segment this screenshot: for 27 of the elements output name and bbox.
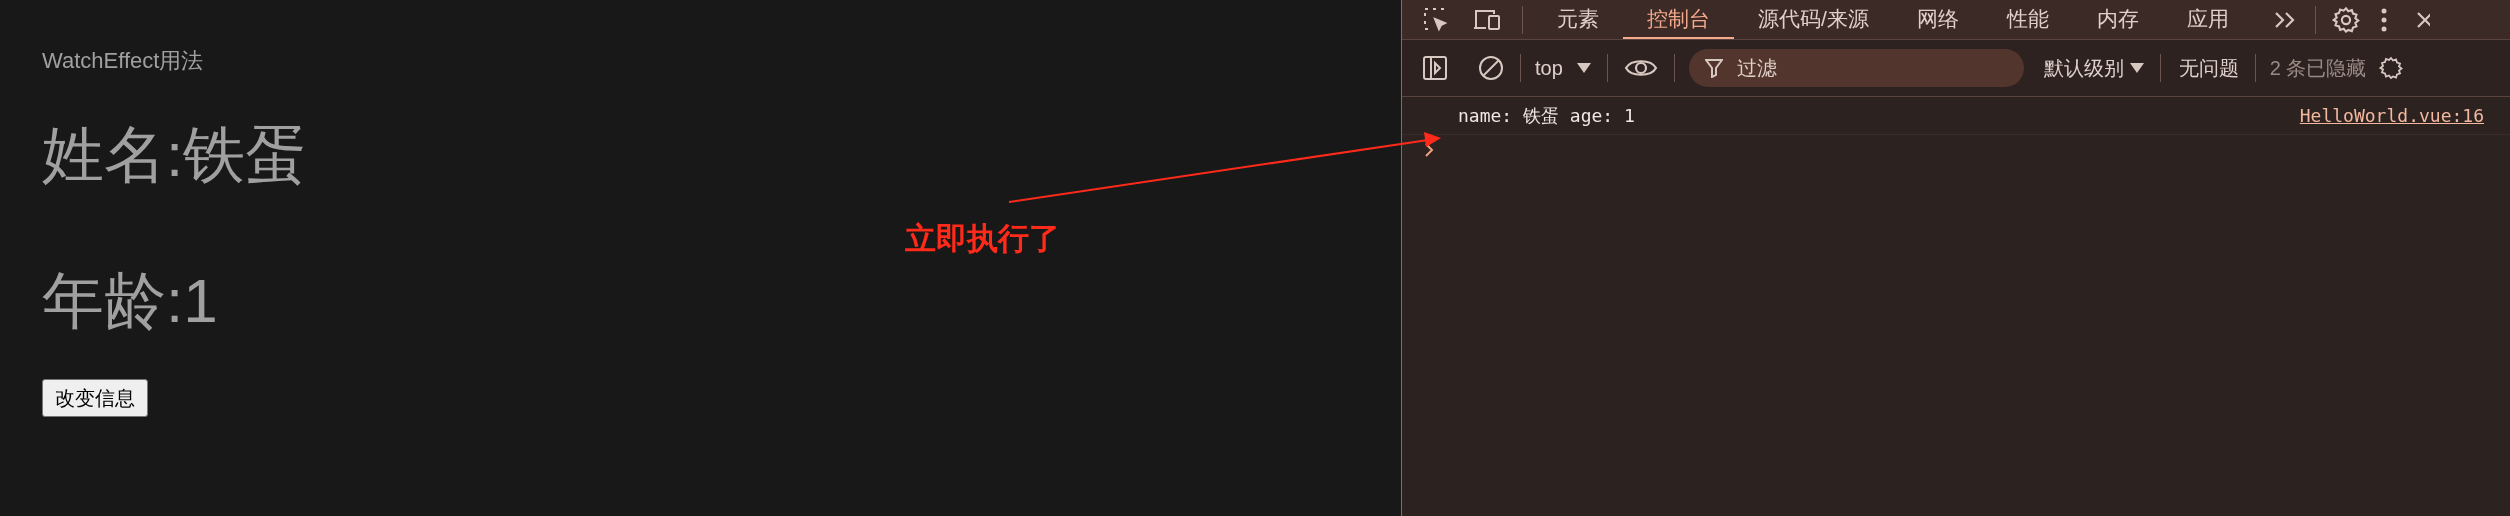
console-message: name: 铁蛋 age: 1 [1458, 104, 1635, 128]
annotation-text: 立即执行了 [905, 220, 1060, 258]
devtools-tab[interactable]: 源代码/来源 [1734, 0, 1893, 39]
dropdown-caret-icon [1576, 63, 1591, 73]
clear-console-icon[interactable] [1478, 55, 1504, 81]
sidebar-toggle-icon[interactable] [1422, 55, 1448, 81]
context-dropdown[interactable]: top [1535, 53, 1591, 83]
devtools-tab[interactable]: 元素 [1533, 0, 1623, 39]
name-text: 姓名:铁蛋 [42, 119, 308, 191]
devtools-tab[interactable]: 内存 [2072, 0, 2163, 39]
hidden-count: 2 条已隐藏 [2269, 56, 2367, 81]
change-info-button[interactable]: 改变信息 [42, 379, 148, 417]
settings-icon[interactable] [2378, 56, 2403, 80]
more-options-icon[interactable] [2379, 6, 2388, 33]
devtools-tab[interactable]: 性能 [1982, 0, 2073, 39]
page-heading: WatchEffect用法 [42, 47, 204, 75]
source-link[interactable]: HelloWorld.vue:16 [2299, 102, 2484, 129]
log-level-dropdown[interactable]: 默认级别 [2043, 53, 2144, 83]
filter-field[interactable]: 过滤 [1688, 49, 2024, 87]
dropdown-caret-icon [2129, 63, 2144, 73]
devtools-tab[interactable]: 网络 [1892, 0, 1983, 39]
age-text: 年龄:1 [42, 265, 218, 337]
prompt-icon [1424, 142, 1434, 158]
devtools-tab[interactable]: 应用 [2162, 0, 2253, 39]
filter-icon [1704, 58, 1723, 78]
issues-button[interactable]: 无问题 [2178, 53, 2239, 83]
settings-icon[interactable] [2331, 5, 2360, 34]
